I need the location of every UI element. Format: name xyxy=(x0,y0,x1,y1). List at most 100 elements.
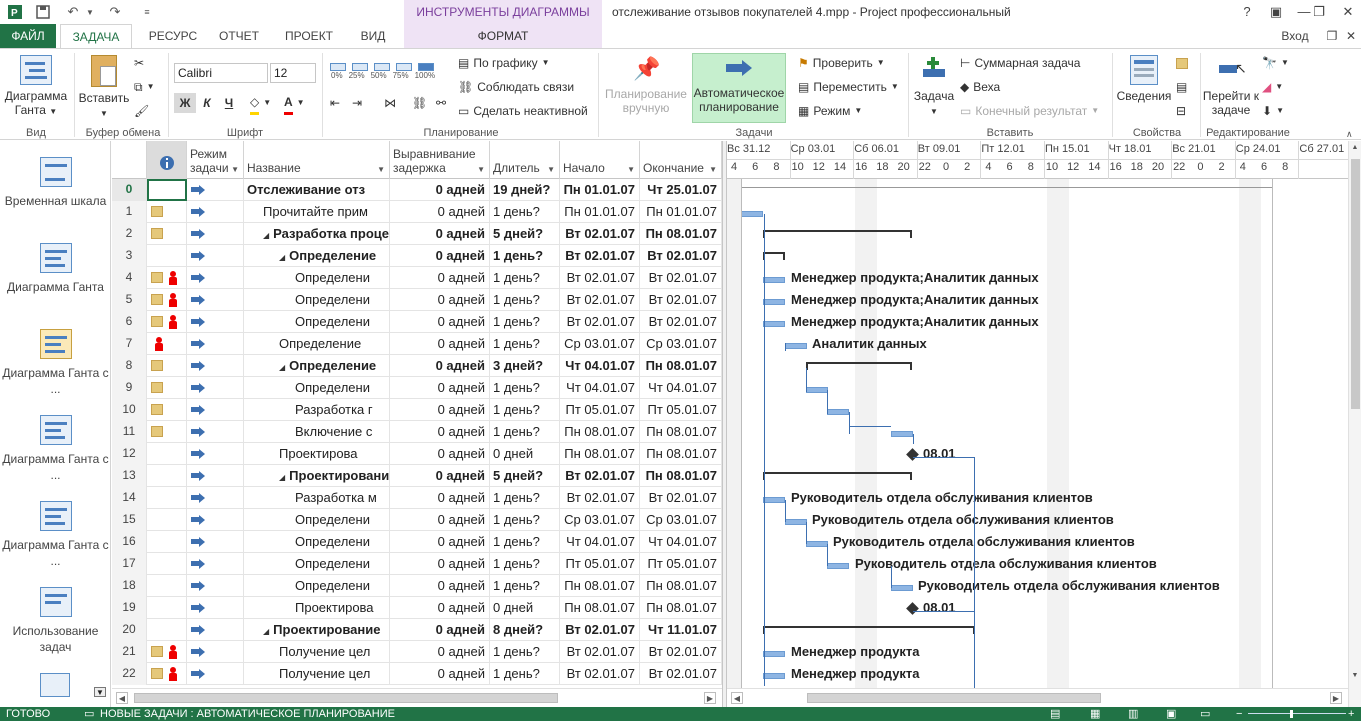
more-views-icon[interactable]: ▼ xyxy=(94,687,106,697)
zoom-out-icon[interactable]: − xyxy=(1236,707,1242,721)
row-mode[interactable] xyxy=(187,663,244,685)
row-mode[interactable] xyxy=(187,267,244,289)
table-row[interactable]: 16 Определени 0 адней 1 день? Чт 04.01.07 Чт … xyxy=(112,531,722,553)
row-name[interactable]: Определени xyxy=(244,311,390,333)
row-start[interactable]: Пн 08.01.07 xyxy=(560,443,640,465)
restore-doc-icon[interactable]: ❐ xyxy=(1322,24,1342,48)
move-button[interactable]: ▤ Переместить ▼ xyxy=(798,77,899,97)
row-duration[interactable]: 1 день? xyxy=(490,289,560,311)
view-tracking-gantt[interactable]: Диаграмма Ганта с ... xyxy=(0,329,111,397)
header-indicators[interactable] xyxy=(147,141,187,179)
vscroll-thumb[interactable] xyxy=(1351,159,1360,409)
table-row[interactable]: 12 Проектирова 0 адней 0 дней Пн 08.01.07 Пн … xyxy=(112,443,722,465)
gantt-bar[interactable] xyxy=(763,321,785,327)
row-mode[interactable] xyxy=(187,311,244,333)
collapse-ribbon-icon[interactable]: ∧ xyxy=(1346,129,1353,140)
deliverable-button[interactable]: ▭ Конечный результат ▼ xyxy=(960,101,1099,121)
row-name[interactable]: Определени xyxy=(244,509,390,531)
row-id[interactable]: 0 xyxy=(112,179,147,201)
row-start[interactable]: Чт 04.01.07 xyxy=(560,531,640,553)
ribbon-options-icon[interactable]: ▣ xyxy=(1262,2,1290,22)
row-mode[interactable] xyxy=(187,619,244,641)
collapse-icon[interactable]: ◢ xyxy=(263,627,269,636)
row-id[interactable]: 22 xyxy=(112,663,147,685)
row-duration[interactable]: 0 дней xyxy=(490,597,560,619)
row-finish[interactable]: Вт 02.01.07 xyxy=(640,487,722,509)
table-hscroll-thumb[interactable] xyxy=(134,693,558,703)
row-id[interactable]: 1 xyxy=(112,201,147,223)
calendar-view-icon[interactable] xyxy=(40,673,70,697)
gantt-bar[interactable] xyxy=(827,409,849,415)
indent-icon[interactable]: ⇥ xyxy=(352,93,362,113)
row-start[interactable]: Пн 08.01.07 xyxy=(560,597,640,619)
row-id[interactable]: 18 xyxy=(112,575,147,597)
row-name[interactable]: Прочитайте прим xyxy=(244,201,390,223)
row-name[interactable]: Отслеживание отз xyxy=(244,179,390,201)
row-start[interactable]: Пт 05.01.07 xyxy=(560,399,640,421)
row-start[interactable]: Вт 02.01.07 xyxy=(560,267,640,289)
row-start[interactable]: Вт 02.01.07 xyxy=(560,465,640,487)
row-duration[interactable]: 5 дней? xyxy=(490,465,560,487)
row-mode[interactable] xyxy=(187,377,244,399)
row-name[interactable]: ◢ Определение xyxy=(244,245,390,267)
help-button[interactable]: ? xyxy=(1233,2,1261,22)
row-leveling[interactable]: 0 адней xyxy=(390,487,490,509)
row-id[interactable]: 6 xyxy=(112,311,147,333)
paste-button[interactable]: Вставить ▼ xyxy=(78,55,130,121)
row-start[interactable]: Вт 02.01.07 xyxy=(560,311,640,333)
mode-button[interactable]: ▦ Режим ▼ xyxy=(798,101,862,121)
row-id[interactable]: 17 xyxy=(112,553,147,575)
save-icon[interactable] xyxy=(32,3,54,21)
row-mode[interactable] xyxy=(187,201,244,223)
scroll-to-task-icon[interactable]: 🔭 ▼ xyxy=(1262,53,1289,73)
scroll-right-icon[interactable]: ▶ xyxy=(1330,692,1342,704)
row-duration[interactable]: 1 день? xyxy=(490,399,560,421)
row-name[interactable]: Проектирова xyxy=(244,443,390,465)
zoom-slider-thumb[interactable] xyxy=(1290,710,1293,718)
row-finish[interactable]: Чт 04.01.07 xyxy=(640,531,722,553)
note-icon[interactable] xyxy=(151,646,163,657)
table-row[interactable]: 20 ◢ Проектирование 0 адней 8 дней? Вт 02.01.… xyxy=(112,619,722,641)
row-name[interactable]: Включение с xyxy=(244,421,390,443)
header-start[interactable]: Начало ▼ xyxy=(560,141,640,179)
row-name[interactable]: Определени xyxy=(244,289,390,311)
collapse-icon[interactable]: ◢ xyxy=(279,363,285,372)
row-leveling[interactable]: 0 адней xyxy=(390,619,490,641)
row-duration[interactable]: 1 день? xyxy=(490,333,560,355)
row-id[interactable]: 4 xyxy=(112,267,147,289)
row-mode[interactable] xyxy=(187,355,244,377)
row-mode[interactable] xyxy=(187,289,244,311)
table-row[interactable]: 19 Проектирова 0 адней 0 дней Пн 08.01.07 Пн … xyxy=(112,597,722,619)
tab-format[interactable]: ФОРМАТ xyxy=(404,24,602,48)
row-start[interactable]: Пн 08.01.07 xyxy=(560,421,640,443)
table-row[interactable]: 0 Отслеживание отз 0 адней 19 дней? Пн 01.01… xyxy=(112,179,722,201)
row-name[interactable]: Определени xyxy=(244,531,390,553)
row-id[interactable]: 7 xyxy=(112,333,147,355)
tab-file[interactable]: ФАЙЛ xyxy=(0,24,56,48)
gantt-bar[interactable] xyxy=(806,387,828,393)
row-name[interactable]: ◢ Проектировани xyxy=(244,465,390,487)
row-id[interactable]: 2 xyxy=(112,223,147,245)
row-start[interactable]: Пн 01.01.07 xyxy=(560,201,640,223)
row-id[interactable]: 21 xyxy=(112,641,147,663)
insert-task-button[interactable]: Задача ▼ xyxy=(912,55,956,119)
collapse-icon[interactable]: ◢ xyxy=(279,473,285,482)
milestone-button[interactable]: ◆ Веха xyxy=(960,77,1000,97)
row-finish[interactable]: Пн 01.01.07 xyxy=(640,201,722,223)
row-duration[interactable]: 1 день? xyxy=(490,421,560,443)
table-row[interactable]: 11 Включение с0 адней 1 день? Пн 08.01.07 Пн… xyxy=(112,421,722,443)
vertical-scrollbar[interactable]: ▲ ▼ xyxy=(1348,141,1361,707)
row-id[interactable]: 13 xyxy=(112,465,147,487)
row-finish[interactable]: Чт 11.01.07 xyxy=(640,619,722,641)
view-gantt[interactable]: Диаграмма Ганта xyxy=(0,243,111,295)
row-name[interactable]: Разработка м xyxy=(244,487,390,509)
row-name[interactable]: Получение цел xyxy=(244,663,390,685)
gantt-bar[interactable] xyxy=(891,431,913,437)
row-start[interactable]: Чт 04.01.07 xyxy=(560,377,640,399)
row-id[interactable]: 12 xyxy=(112,443,147,465)
row-leveling[interactable]: 0 адней xyxy=(390,663,490,685)
note-icon[interactable] xyxy=(151,228,163,239)
gantt-bar[interactable] xyxy=(741,211,763,217)
header-select-all[interactable] xyxy=(112,141,147,179)
row-duration[interactable]: 1 день? xyxy=(490,201,560,223)
